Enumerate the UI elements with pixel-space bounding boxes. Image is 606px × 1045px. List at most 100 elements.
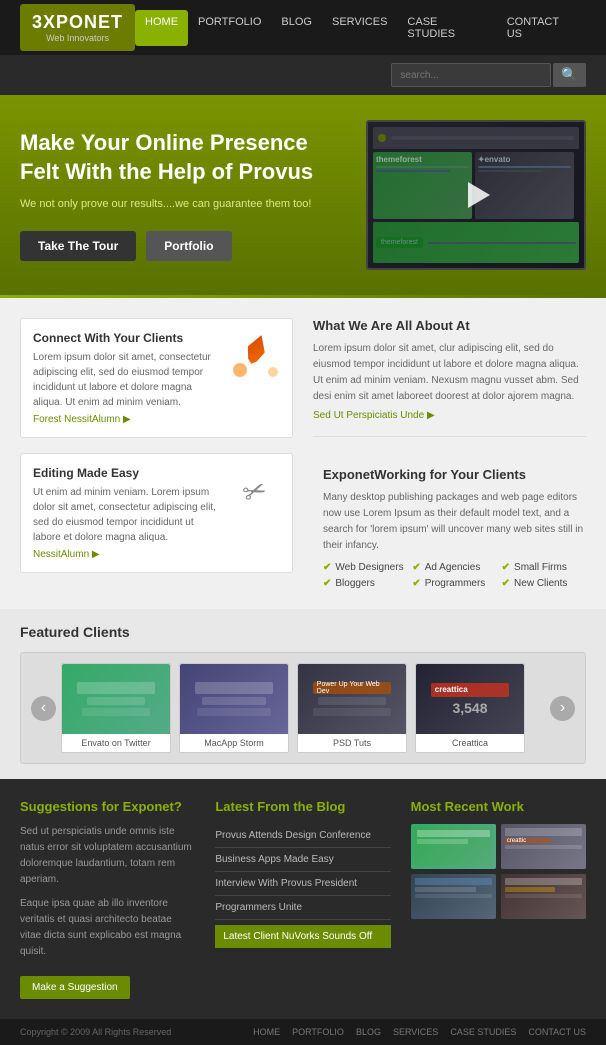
scissors-icon: ✂ — [230, 466, 280, 516]
feature-card-editing: Editing Made Easy Ut enim ad minim venia… — [20, 453, 293, 573]
slider-next[interactable]: › — [550, 696, 575, 721]
suggestions-heading: Suggestions for Exponet? — [20, 799, 195, 814]
check-label-2: Ad Agencies — [425, 562, 481, 573]
nav-portfolio[interactable]: PORTFOLIO — [188, 10, 271, 46]
client-name-envato: Envato on Twitter — [62, 734, 170, 752]
suggestions-brand: Exponet? — [123, 799, 182, 814]
blog-brand: Blog — [316, 799, 345, 814]
clients-slider: ‹ Envato on Twitter MacApp Storm — [20, 652, 586, 764]
recent-work-heading: Most Recent Work — [411, 799, 586, 814]
work-thumb-1[interactable] — [411, 824, 496, 869]
footer-link-case-studies[interactable]: CASE STUDIES — [450, 1027, 516, 1037]
clients-track: Envato on Twitter MacApp Storm Power Up … — [61, 663, 545, 753]
feature-editing-link[interactable]: NessitAlumn ▶ — [33, 549, 100, 560]
hero-buttons: Take The Tour Portfolio — [20, 231, 351, 261]
footer-link-home[interactable]: HOME — [253, 1027, 280, 1037]
work-thumb-2[interactable]: creattic — [501, 824, 586, 869]
footer-link-blog[interactable]: BLOG — [356, 1027, 381, 1037]
check-web-designers: ✔Web Designers — [323, 562, 407, 573]
bottom-section: Suggestions for Exponet? Sed ut perspici… — [0, 779, 606, 1019]
work-thumb-4[interactable] — [501, 874, 586, 919]
nav-case-studies[interactable]: CASE STUDIES — [397, 10, 496, 46]
footer: Copyright © 2009 All Rights Reserved HOM… — [0, 1019, 606, 1045]
footer-nav: HOME PORTFOLIO BLOG SERVICES CASE STUDIE… — [253, 1027, 586, 1037]
feature-card-editing-text: Editing Made Easy Ut enim ad minim venia… — [33, 466, 220, 560]
blog-item-2[interactable]: Interview With Provus President — [215, 872, 390, 896]
feature-editing-title: Editing Made Easy — [33, 466, 220, 480]
check-label-5: Programmers — [425, 578, 486, 589]
blog-item-1[interactable]: Business Apps Made Easy — [215, 848, 390, 872]
right-working-body: Many desktop publishing packages and web… — [323, 490, 586, 554]
suggestions-para2: Eaque ipsa quae ab illo inventore verita… — [20, 896, 195, 960]
client-card-creattica[interactable]: creattica 3,548 Creattica — [415, 663, 525, 753]
suggest-button[interactable]: Make a Suggestion — [20, 976, 130, 999]
recent-work-section: Most Recent Work creattic — [411, 799, 586, 999]
right-section-working: ExponetWorking for Your Clients Many des… — [313, 467, 586, 589]
logo-sub: Web Innovators — [32, 33, 123, 43]
right-features: What We Are All About At Lorem ipsum dol… — [313, 318, 586, 589]
nav-home[interactable]: HOME — [135, 10, 188, 46]
search-button[interactable]: 🔍 — [553, 63, 586, 87]
rocket-icon — [230, 331, 280, 381]
right-about-link[interactable]: Sed Ut Perspiciatis Unde ▶ — [313, 410, 435, 421]
featured-clients-section: Featured Clients ‹ Envato on Twitter — [0, 609, 606, 779]
right-section-about: What We Are All About At Lorem ipsum dol… — [313, 318, 586, 437]
nav-blog[interactable]: BLOG — [271, 10, 322, 46]
check-ad-agencies: ✔ Ad Agencies — [412, 562, 496, 573]
checkmark-4: ✔ — [323, 578, 331, 589]
blog-heading: Latest From the Blog — [215, 799, 390, 814]
nav-contact[interactable]: CONTACT US — [497, 10, 586, 46]
footer-link-services[interactable]: SERVICES — [393, 1027, 438, 1037]
suggestions-heading-text: Suggestions for — [20, 799, 123, 814]
check-bloggers: ✔Bloggers — [323, 578, 407, 589]
feature-connect-title: Connect With Your Clients — [33, 331, 220, 345]
work-thumb-3[interactable] — [411, 874, 496, 919]
client-card-macapp[interactable]: MacApp Storm — [179, 663, 289, 753]
logo-area: 3XPONET Web Innovators — [20, 4, 135, 51]
footer-link-portfolio[interactable]: PORTFOLIO — [292, 1027, 344, 1037]
check-programmers: ✔ Programmers — [412, 578, 496, 589]
blog-section: Latest From the Blog Provus Attends Desi… — [215, 799, 390, 999]
hero-text: Make Your Online Presence Felt With the … — [20, 129, 351, 261]
search-input[interactable] — [391, 63, 551, 87]
client-thumb-creattica: creattica 3,548 — [416, 664, 524, 734]
client-thumb-psd: Power Up Your Web Dev — [298, 664, 406, 734]
feature-card-connect-text: Connect With Your Clients Lorem ipsum do… — [33, 331, 220, 425]
check-label-6: New Clients — [514, 578, 567, 589]
slider-prev[interactable]: ‹ — [31, 696, 56, 721]
play-icon — [468, 182, 490, 208]
blog-item-3[interactable]: Programmers Unite — [215, 896, 390, 920]
blog-heading-text: Latest From the — [215, 799, 316, 814]
video-play-overlay — [368, 122, 584, 268]
check-small-firms: ✔Small Firms — [502, 562, 586, 573]
hero-video[interactable]: themeforest ✦envato themeforest — [366, 120, 586, 270]
right-about-title: What We Are All About At — [313, 318, 586, 333]
recent-work-brand: Work — [492, 799, 524, 814]
checkmark-3: ✔ — [502, 562, 510, 573]
right-working-title: ExponetWorking for Your Clients — [323, 467, 586, 482]
footer-copyright: Copyright © 2009 All Rights Reserved — [20, 1027, 171, 1037]
checkmark-2: ✔ — [412, 562, 420, 573]
feature-connect-link[interactable]: Forest NessitAlumn ▶ — [33, 414, 131, 425]
client-card-psd[interactable]: Power Up Your Web Dev PSD Tuts — [297, 663, 407, 753]
work-grid: creattic — [411, 824, 586, 919]
header: 3XPONET Web Innovators HOME PORTFOLIO BL… — [0, 0, 606, 55]
feature-editing-body: Ut enim ad minim veniam. Lorem ipsum dol… — [33, 485, 220, 545]
blog-item-highlight[interactable]: Latest Client NuVorks Sounds Off — [215, 925, 390, 948]
footer-link-contact[interactable]: CONTACT US — [528, 1027, 586, 1037]
blog-item-0[interactable]: Provus Attends Design Conference — [215, 824, 390, 848]
nav-services[interactable]: SERVICES — [322, 10, 397, 46]
main-nav: HOME PORTFOLIO BLOG SERVICES CASE STUDIE… — [135, 10, 586, 46]
hero-description: We not only prove our results....we can … — [20, 196, 351, 213]
checkmark-1: ✔ — [323, 562, 331, 573]
client-card-envato[interactable]: Envato on Twitter — [61, 663, 171, 753]
check-list: ✔Web Designers ✔ Ad Agencies ✔Small Firms… — [323, 562, 586, 589]
checkmark-5: ✔ — [412, 578, 420, 589]
suggestions-para1: Sed ut perspiciatis unde omnis iste natu… — [20, 824, 195, 888]
left-features: Connect With Your Clients Lorem ipsum do… — [20, 318, 293, 589]
search-bar: 🔍 — [0, 55, 606, 95]
right-about-body: Lorem ipsum dolor sit amet, clur adipisc… — [313, 341, 586, 405]
portfolio-button[interactable]: Portfolio — [146, 231, 231, 261]
client-name-macapp: MacApp Storm — [180, 734, 288, 752]
take-tour-button[interactable]: Take The Tour — [20, 231, 136, 261]
